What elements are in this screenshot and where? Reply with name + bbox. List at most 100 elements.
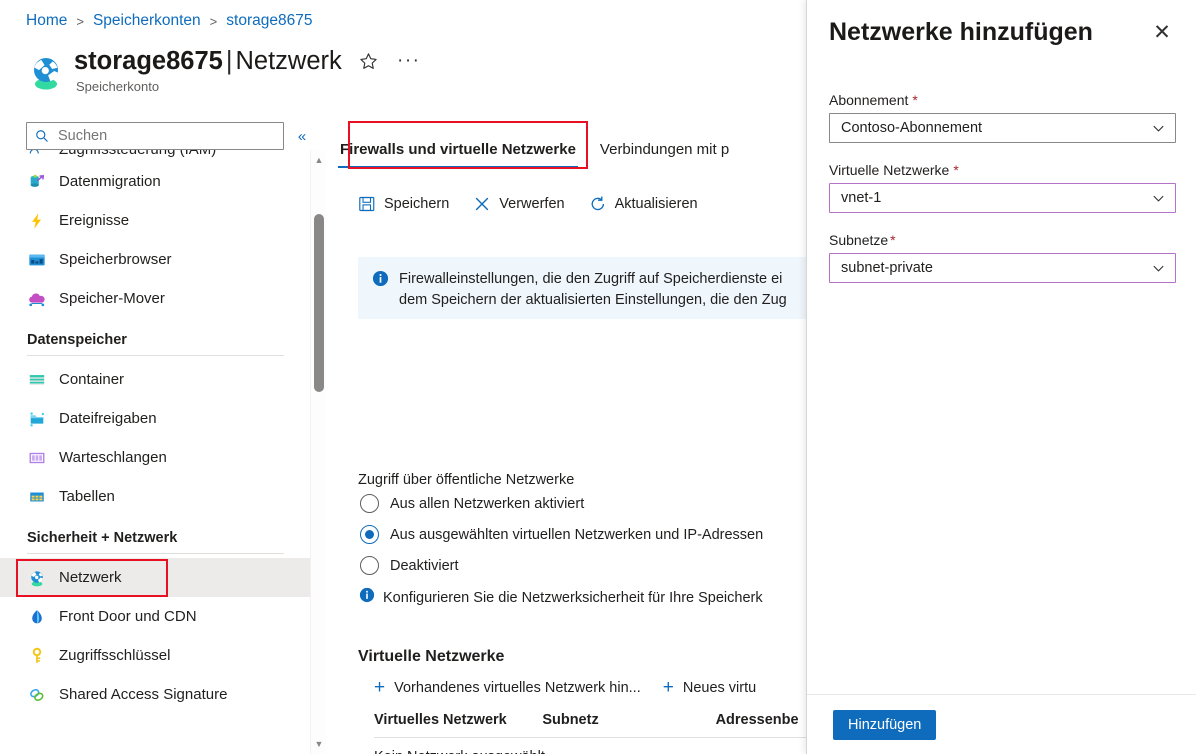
scroll-up-arrow-icon[interactable]: ▲ bbox=[311, 152, 327, 168]
public-access-section: Zugriff über öffentliche Netzwerke Aus a… bbox=[358, 472, 806, 608]
sidebar-item-speicherbrowser[interactable]: Speicherbrowser bbox=[0, 240, 310, 279]
subnetze-label: Subnetze bbox=[829, 232, 888, 248]
sidebar: « Zugriffssteuerung (IAM) bbox=[0, 112, 328, 754]
radio-button[interactable] bbox=[360, 525, 379, 544]
discard-x-icon bbox=[473, 195, 491, 213]
sidebar-item-datenmigration[interactable]: Datenmigration bbox=[0, 162, 310, 201]
sidebar-item-label: Dateifreigaben bbox=[59, 410, 157, 427]
shared-access-signature-icon bbox=[27, 685, 47, 705]
sidebar-item-label: Ereignisse bbox=[59, 212, 129, 229]
virtual-networks-actions: + Vorhandenes virtuelles Netzwerk hin...… bbox=[374, 680, 806, 696]
subnetze-dropdown[interactable]: subnet-private bbox=[829, 253, 1176, 283]
public-access-label: Zugriff über öffentliche Netzwerke bbox=[358, 472, 806, 488]
sidebar-item-zugriffssteuerung-iam[interactable]: Zugriffssteuerung (IAM) bbox=[0, 150, 310, 162]
scroll-down-arrow-icon[interactable]: ▼ bbox=[311, 736, 327, 752]
sidebar-item-container[interactable]: Container bbox=[0, 360, 310, 399]
star-icon[interactable] bbox=[356, 48, 382, 74]
sidebar-item-tabellen[interactable]: Tabellen bbox=[0, 477, 310, 516]
sidebar-item-label: Netzwerk bbox=[59, 569, 122, 586]
sidebar-item-label: Shared Access Signature bbox=[59, 686, 227, 703]
radio-button[interactable] bbox=[360, 494, 379, 513]
sidebar-item-netzwerk[interactable]: Netzwerk bbox=[0, 558, 310, 597]
sidebar-item-dateifreigaben[interactable]: Dateifreigaben bbox=[0, 399, 310, 438]
radio-aus-allen-netzwerken-aktiviert[interactable]: Aus allen Netzwerken aktiviert bbox=[358, 488, 806, 519]
add-new-virtual-network-button[interactable]: + Neues virtu bbox=[663, 680, 756, 696]
chevron-down-icon bbox=[1151, 191, 1166, 206]
chevron-down-icon bbox=[1151, 121, 1166, 136]
page-title-resource: storage8675 bbox=[74, 47, 223, 75]
sidebar-group-datenspeicher: Datenspeicher bbox=[0, 318, 310, 360]
panel-header: Netzwerke hinzufügen ✕ bbox=[807, 0, 1196, 64]
file-shares-icon bbox=[27, 409, 47, 429]
plus-icon: + bbox=[374, 681, 385, 695]
radio-button[interactable] bbox=[360, 556, 379, 575]
sidebar-item-speicher-mover[interactable]: Speicher-Mover bbox=[0, 279, 310, 318]
column-header-virtuelles-netzwerk: Virtuelles Netzwerk bbox=[374, 712, 542, 728]
sidebar-search-row: « bbox=[26, 122, 311, 150]
ellipsis-icon[interactable]: ··· bbox=[396, 48, 422, 74]
discard-button[interactable]: Verwerfen bbox=[473, 195, 564, 213]
add-new-label: Neues virtu bbox=[683, 680, 756, 696]
breadcrumb-item-home[interactable]: Home bbox=[26, 12, 67, 30]
column-header-subnetz: Subnetz bbox=[542, 712, 715, 728]
toolbar: Speichern Verwerfen Aktualisieren bbox=[358, 195, 698, 213]
radio-label: Aus allen Netzwerken aktiviert bbox=[390, 496, 584, 512]
abonnement-value: Contoso-Abonnement bbox=[841, 120, 1151, 136]
add-existing-label: Vorhandenes virtuelles Netzwerk hin... bbox=[394, 680, 641, 696]
virtual-networks-section: Virtuelle Netzwerke + Vorhandenes virtue… bbox=[358, 648, 806, 754]
chevron-down-icon bbox=[1151, 261, 1166, 276]
abonnement-label: Abonnement bbox=[829, 92, 908, 108]
abonnement-dropdown[interactable]: Contoso-Abonnement bbox=[829, 113, 1176, 143]
plus-icon: + bbox=[663, 681, 674, 695]
sidebar-group-sicherheit-netzwerk: Sicherheit + Netzwerk bbox=[0, 516, 310, 558]
radio-aus-ausgewaehlten-virtuellen-netzwerken[interactable]: Aus ausgewählten virtuellen Netzwerken u… bbox=[358, 519, 806, 550]
virtuelle-netzwerke-label: Virtuelle Netzwerke bbox=[829, 162, 949, 178]
tab-bar: Firewalls und virtuelle Netzwerke Verbin… bbox=[328, 124, 741, 168]
main-content: Firewalls und virtuelle Netzwerke Verbin… bbox=[328, 112, 806, 754]
search-icon bbox=[35, 129, 49, 143]
sidebar-group-label: Datenspeicher bbox=[27, 332, 310, 348]
networking-icon bbox=[27, 568, 47, 588]
tab-firewalls-und-virtuelle-netzwerke[interactable]: Firewalls und virtuelle Netzwerke bbox=[328, 141, 588, 168]
close-icon[interactable]: ✕ bbox=[1146, 16, 1178, 48]
info-banner-line-1: Firewalleinstellungen, die den Zugriff a… bbox=[399, 269, 787, 290]
network-security-hint: Konfigurieren Sie die Netzwerksicherheit… bbox=[358, 587, 806, 608]
add-networks-panel: Netzwerke hinzufügen ✕ Abonnement * Cont… bbox=[806, 0, 1196, 754]
radio-label: Deaktiviert bbox=[390, 558, 459, 574]
field-virtuelle-netzwerke: Virtuelle Netzwerke * vnet-1 bbox=[829, 162, 1176, 213]
required-asterisk: * bbox=[890, 232, 895, 248]
search-box[interactable] bbox=[26, 122, 284, 150]
sidebar-item-warteschlangen[interactable]: Warteschlangen bbox=[0, 438, 310, 477]
add-button[interactable]: Hinzufügen bbox=[833, 710, 936, 740]
breadcrumb-item-storage-accounts[interactable]: Speicherkonten bbox=[93, 12, 201, 30]
page-title: storage8675|Netzwerk bbox=[74, 44, 342, 78]
radio-label: Aus ausgewählten virtuellen Netzwerken u… bbox=[390, 527, 763, 543]
sidebar-item-label: Speicherbrowser bbox=[59, 251, 172, 268]
queues-icon bbox=[27, 448, 47, 468]
add-existing-virtual-network-button[interactable]: + Vorhandenes virtuelles Netzwerk hin... bbox=[374, 680, 641, 696]
events-icon bbox=[27, 211, 47, 231]
page-title-separator: | bbox=[223, 47, 236, 75]
info-icon bbox=[372, 270, 389, 307]
sidebar-item-zugriffsschluessel[interactable]: Zugriffsschlüssel bbox=[0, 636, 310, 675]
virtuelle-netzwerke-dropdown[interactable]: vnet-1 bbox=[829, 183, 1176, 213]
chevron-double-left-icon[interactable]: « bbox=[293, 128, 311, 145]
sidebar-scrollbar[interactable]: ▲ ▼ bbox=[310, 150, 326, 754]
front-door-cdn-icon bbox=[27, 607, 47, 627]
column-header-adressenbereich: Adressenbe bbox=[716, 712, 806, 728]
page-title-page: Netzwerk bbox=[235, 47, 341, 75]
sidebar-item-front-door-und-cdn[interactable]: Front Door und CDN bbox=[0, 597, 310, 636]
sidebar-scrollbar-thumb[interactable] bbox=[314, 214, 324, 392]
breadcrumb-item-storage8675[interactable]: storage8675 bbox=[226, 12, 312, 30]
refresh-button[interactable]: Aktualisieren bbox=[589, 195, 698, 213]
radio-deaktiviert[interactable]: Deaktiviert bbox=[358, 550, 806, 581]
page-subtitle: Speicherkonto bbox=[76, 79, 422, 94]
sidebar-item-shared-access-signature[interactable]: Shared Access Signature bbox=[0, 675, 310, 714]
page-header: storage8675|Netzwerk ··· Speicherkonto bbox=[26, 44, 422, 94]
table-header-row: Virtuelles Netzwerk Subnetz Adressenbe bbox=[374, 712, 806, 738]
search-input[interactable] bbox=[56, 127, 275, 145]
tab-verbindungen-mit-p[interactable]: Verbindungen mit p bbox=[588, 141, 741, 168]
sidebar-item-ereignisse[interactable]: Ereignisse bbox=[0, 201, 310, 240]
save-button[interactable]: Speichern bbox=[358, 195, 449, 213]
sidebar-nav-list: Zugriffssteuerung (IAM) Datenmigration bbox=[0, 150, 310, 754]
